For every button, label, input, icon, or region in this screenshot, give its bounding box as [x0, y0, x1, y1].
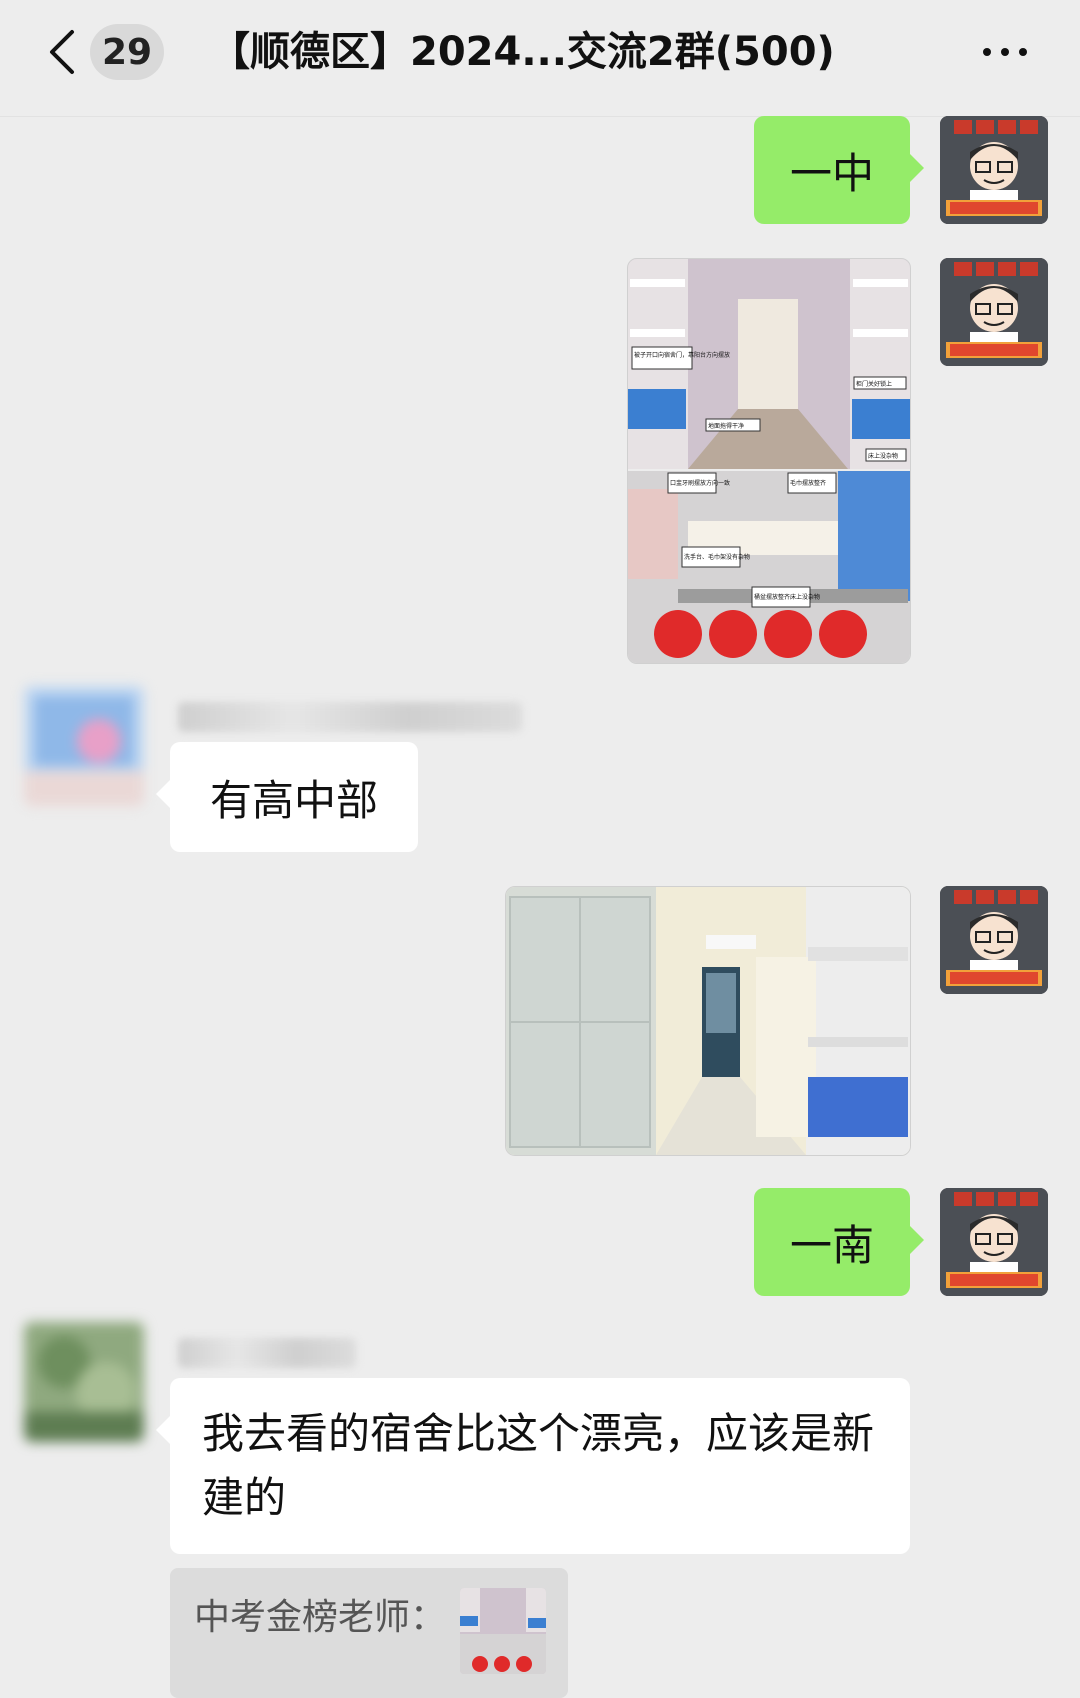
dorm-label: 床上没杂物	[868, 452, 898, 460]
message-bubble-other[interactable]: 有高中部	[156, 742, 418, 852]
dorm-label: 地面拖得干净	[708, 422, 744, 430]
chat-title: 【顺德区】2024...交流2群(500)	[210, 29, 835, 75]
dorm-label: 毛巾摆放整齐	[790, 479, 826, 487]
chevron-left-icon	[50, 30, 74, 74]
sender-name-blurred	[178, 702, 522, 732]
message-bubble-self[interactable]: 一中	[754, 116, 924, 224]
sender-name-blurred	[178, 1338, 356, 1368]
more-dot	[1019, 48, 1027, 56]
dorm-label: 洗手台、毛巾架没有杂物	[684, 553, 750, 561]
message-text: 我去看的宿舍比这个漂亮，应该是新建的	[202, 1409, 875, 1522]
quoted-image-thumbnail	[460, 1588, 546, 1674]
dorm-label: 被子开口向宿舍门，靠阳台方向摆放	[634, 351, 730, 359]
unread-count-badge[interactable]: 29	[90, 24, 165, 80]
teacher-avatar[interactable]	[940, 886, 1048, 994]
message-bubble-self[interactable]: 一南	[754, 1188, 924, 1296]
back-button[interactable]	[34, 22, 90, 82]
teacher-avatar[interactable]	[940, 258, 1048, 366]
quoted-sender-text: 中考金榜老师：	[194, 1597, 447, 1638]
dorm-label: 桶盆摆放整齐床上没杂物	[754, 593, 820, 601]
image-message-dorm-rules[interactable]: 被子开口向宿舍门，靠阳台方向摆放 地面拖得干净 柜门关好锁上 床上没杂物 口盅牙…	[627, 258, 911, 664]
teacher-avatar-illustration	[940, 886, 1048, 994]
quoted-message[interactable]: 中考金榜老师：	[170, 1568, 568, 1698]
more-options-button[interactable]	[970, 30, 1040, 74]
message-bubble-other[interactable]: 我去看的宿舍比这个漂亮，应该是新建的	[156, 1378, 910, 1554]
teacher-avatar[interactable]	[940, 116, 1048, 224]
dorm-label: 柜门关好锁上	[856, 380, 892, 388]
message-text: 一南	[789, 1220, 874, 1270]
sender-avatar-blurred[interactable]	[24, 1322, 144, 1442]
quoted-thumbnail-image	[460, 1588, 546, 1674]
teacher-avatar-illustration	[940, 1188, 1048, 1296]
message-text: 一中	[789, 148, 874, 198]
sender-avatar-image	[24, 1322, 144, 1442]
message-text: 有高中部	[209, 775, 378, 825]
chat-header: 29 【顺德区】2024...交流2群(500)	[0, 0, 1080, 117]
sender-avatar-blurred[interactable]	[24, 686, 144, 806]
image-message-dorm-corridor[interactable]	[505, 886, 911, 1156]
dorm-corridor-photo	[506, 887, 910, 1155]
sender-avatar-image	[24, 686, 144, 806]
more-dots-icon	[983, 48, 991, 56]
teacher-avatar-illustration	[940, 258, 1048, 366]
dorm-rules-photo: 被子开口向宿舍门，靠阳台方向摆放 地面拖得干净 柜门关好锁上 床上没杂物 口盅牙…	[628, 259, 910, 663]
more-dot	[1001, 48, 1009, 56]
teacher-avatar[interactable]	[940, 1188, 1048, 1296]
dorm-label: 口盅牙刷摆放方向一致	[670, 479, 730, 487]
teacher-avatar-illustration	[940, 116, 1048, 224]
